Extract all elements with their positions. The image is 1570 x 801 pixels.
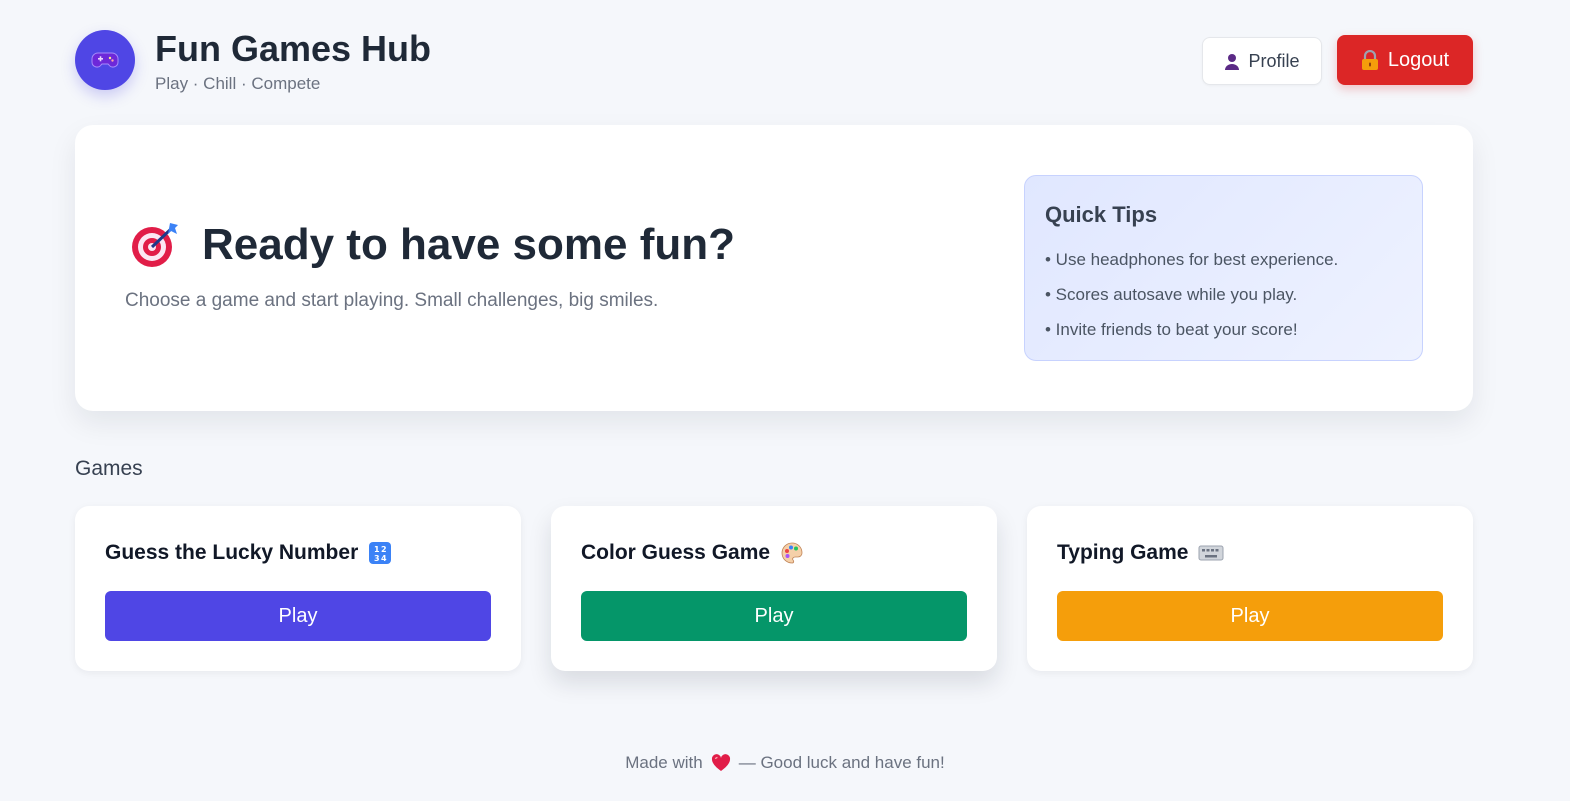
game-card-title: Typing Game	[1057, 541, 1224, 565]
tip-item: • Scores autosave while you play.	[1045, 285, 1298, 304]
hero-card: Ready to have some fun? Choose a game an…	[75, 125, 1473, 411]
heart-icon	[711, 754, 730, 771]
logout-button-label: Logout	[1387, 48, 1450, 71]
play-button-color-guess[interactable]: Play	[581, 591, 967, 641]
footer: Made with — Good luck and have fun!	[0, 753, 1570, 773]
logout-button[interactable]: Logout	[1337, 35, 1473, 85]
play-button-typing[interactable]: Play	[1057, 591, 1443, 641]
gamepad-icon	[91, 52, 119, 68]
svg-text:4: 4	[381, 554, 387, 563]
tip-item: • Use headphones for best experience.	[1045, 250, 1339, 269]
quick-tips-title: Quick Tips	[1045, 202, 1158, 227]
svg-text:2: 2	[381, 545, 387, 554]
game-card-color-guess: Color Guess Game Play	[551, 506, 997, 671]
logo	[75, 30, 135, 90]
svg-text:3: 3	[374, 554, 380, 563]
number-keypad-icon: 1 2 3 4	[369, 542, 392, 564]
profile-button-label: Profile	[1248, 50, 1300, 71]
game-card-lucky-number: Guess the Lucky Number 1 2 3 4 Play	[75, 506, 521, 671]
games-section-title: Games	[75, 457, 143, 480]
game-title: Color Guess Game	[581, 541, 771, 564]
footer-text-after: — Good luck and have fun!	[738, 753, 945, 772]
footer-text-before: Made with	[625, 753, 703, 772]
brand-title: Fun Games Hub	[155, 28, 432, 69]
user-icon	[1225, 53, 1240, 70]
keyboard-icon	[1198, 545, 1224, 561]
play-button-lucky-number[interactable]: Play	[105, 591, 491, 641]
svg-text:1: 1	[374, 545, 380, 554]
header: Fun Games Hub Play · Chill · Compete Pro…	[75, 28, 1473, 94]
game-title: Typing Game	[1057, 541, 1189, 564]
lock-icon	[1361, 50, 1378, 70]
game-title: Guess the Lucky Number	[105, 541, 359, 564]
hero-title: Ready to have some fun?	[202, 220, 736, 269]
tip-item: • Invite friends to beat your score!	[1045, 320, 1298, 339]
page: Fun Games Hub Play · Chill · Compete Pro…	[0, 0, 1570, 801]
hero-subtitle: Choose a game and start playing. Small c…	[125, 290, 659, 311]
game-card-typing: Typing Game Play	[1027, 506, 1473, 671]
hero-heading: Ready to have some fun?	[130, 220, 735, 270]
game-card-title: Color Guess Game	[581, 541, 804, 565]
quick-tips-panel: Quick Tips • Use headphones for best exp…	[1024, 175, 1423, 361]
profile-button[interactable]: Profile	[1202, 37, 1322, 85]
dart-target-icon	[132, 223, 178, 267]
brand-subtitle: Play · Chill · Compete	[155, 74, 321, 93]
palette-icon	[781, 542, 803, 564]
quick-tips-list: • Use headphones for best experience. • …	[1045, 248, 1338, 353]
game-card-title: Guess the Lucky Number 1 2 3 4	[105, 541, 392, 565]
